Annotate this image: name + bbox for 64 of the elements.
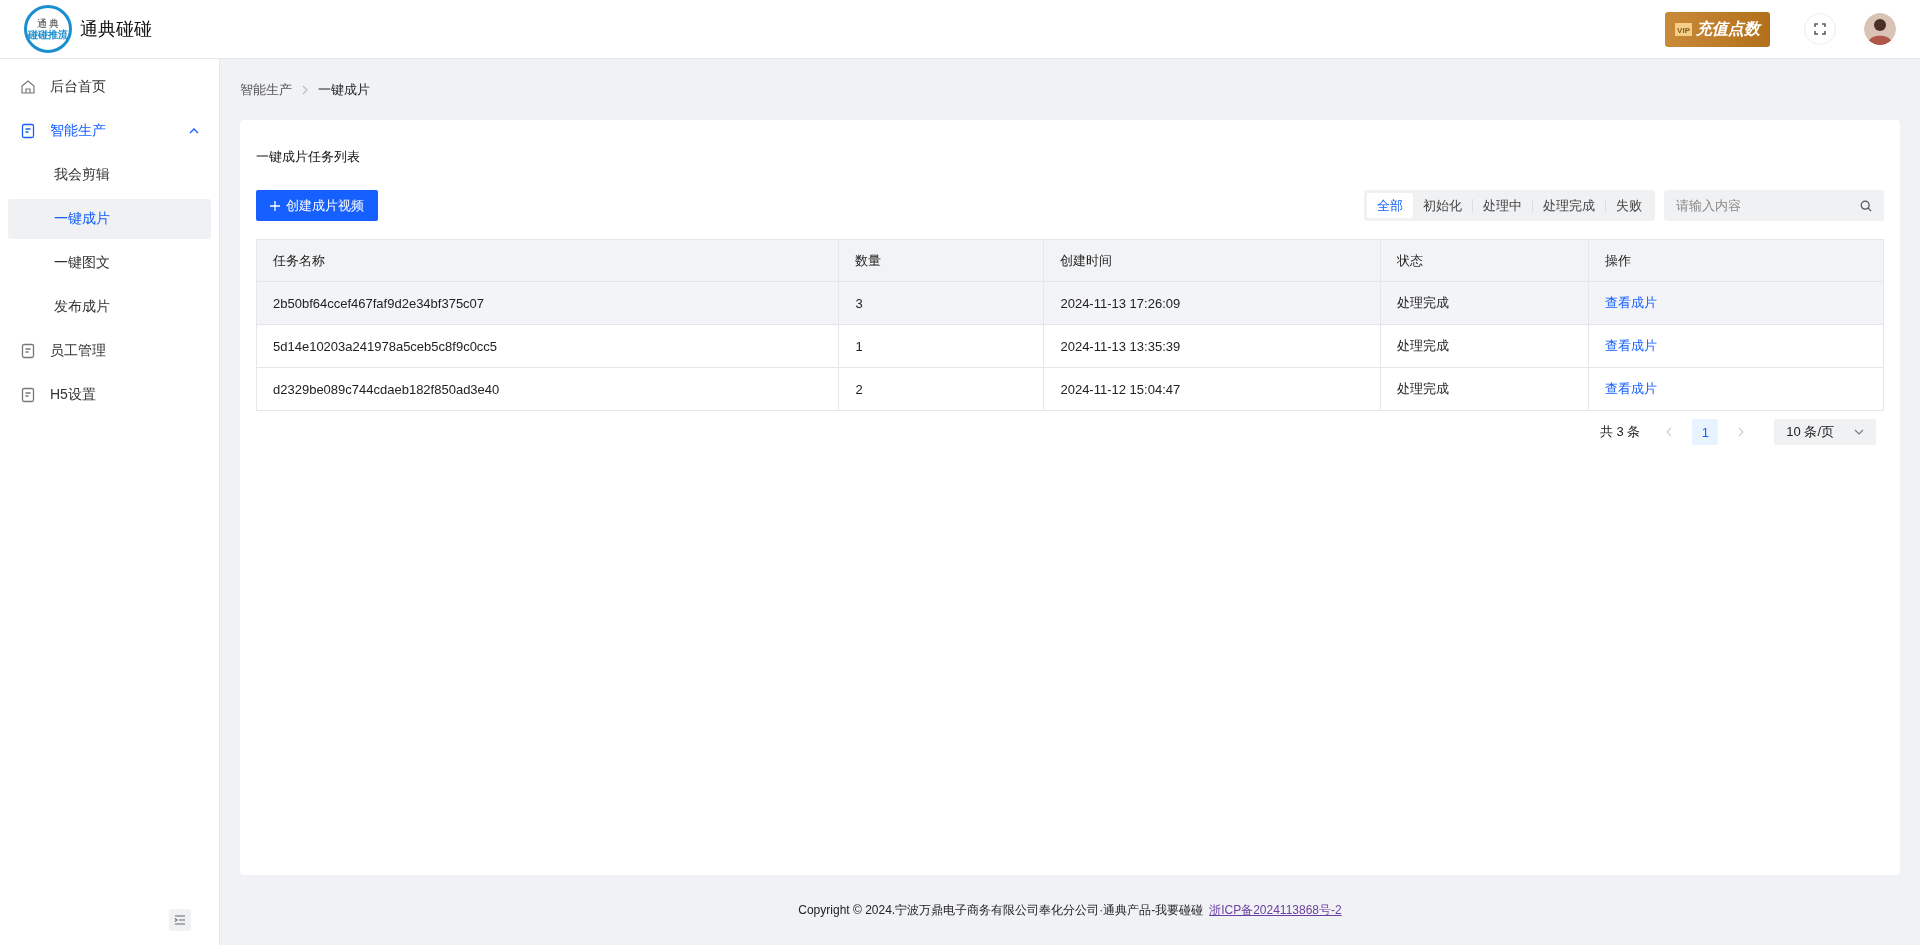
- app-title: 通典碰碰: [80, 18, 152, 41]
- document-icon: [20, 123, 36, 139]
- collapse-button[interactable]: [169, 909, 191, 931]
- chevron-icon: [302, 84, 308, 95]
- view-video-link[interactable]: 查看成片: [1605, 338, 1658, 353]
- table-cell: 3: [838, 281, 1044, 325]
- logo-text: 碰碰推流: [28, 29, 68, 40]
- sidebar-subitem[interactable]: 一键图文: [8, 243, 211, 283]
- fullscreen-icon: [1814, 23, 1826, 35]
- table-cell: 处理完成: [1380, 281, 1589, 325]
- filter-tab[interactable]: 初始化: [1413, 193, 1472, 218]
- recharge-button[interactable]: VIP 充值点数: [1665, 11, 1770, 47]
- view-video-link[interactable]: 查看成片: [1605, 381, 1658, 396]
- table-cell: 处理完成: [1380, 367, 1589, 411]
- chevron-right-icon: [1738, 426, 1745, 437]
- sidebar-item[interactable]: 智能生产: [8, 111, 211, 151]
- home-icon: [20, 79, 36, 95]
- plus-icon: [270, 200, 280, 211]
- filter-tab[interactable]: 处理中: [1473, 193, 1532, 218]
- column-header: 数量: [838, 239, 1044, 282]
- table-cell: 2: [838, 367, 1044, 411]
- column-header: 状态: [1380, 239, 1589, 282]
- page-button[interactable]: 1: [1692, 419, 1719, 445]
- search-field[interactable]: 请输入内容: [1664, 190, 1884, 221]
- icp-link[interactable]: 浙ICP备2024113868号-2: [1209, 901, 1342, 919]
- document-icon: [20, 343, 36, 359]
- table-cell: 5d14e10203a241978a5ceb5c8f9c0cc5: [256, 324, 839, 368]
- column-header: 创建时间: [1043, 239, 1381, 282]
- table-cell: d2329be089c744cdaeb182f850ad3e40: [256, 367, 839, 411]
- page-size-select[interactable]: 10 条/页: [1774, 419, 1876, 445]
- breadcrumb-current: 一键成片: [318, 80, 370, 99]
- create-video-button[interactable]: 创建成片视频: [256, 190, 378, 221]
- logo-text: 通 典: [36, 18, 60, 29]
- column-header: 操作: [1589, 239, 1884, 282]
- menu-fold-icon: [174, 915, 186, 925]
- column-header: 任务名称: [256, 239, 839, 282]
- chevron-down-icon: [1854, 429, 1864, 435]
- sidebar-subitem[interactable]: 一键成片: [8, 199, 211, 239]
- filter-tab[interactable]: 处理完成: [1533, 193, 1605, 218]
- sidebar-subitem[interactable]: 发布成片: [8, 287, 211, 327]
- table-cell: 2024-11-13 17:26:09: [1043, 281, 1381, 325]
- sidebar-item[interactable]: 员工管理: [8, 331, 211, 371]
- avatar-icon[interactable]: [1864, 13, 1896, 45]
- sidebar-subitem[interactable]: 我会剪辑: [8, 155, 211, 195]
- search-icon: [1860, 199, 1872, 212]
- breadcrumb-link[interactable]: 智能生产: [240, 80, 292, 99]
- filter-tab[interactable]: 全部: [1367, 193, 1413, 218]
- chevron-left-icon: [1666, 426, 1673, 437]
- fullscreen-button[interactable]: [1804, 13, 1836, 45]
- copyright-text: Copyright © 2024.宁波万鼎电子商务有限公司奉化分公司·通典产品-我要碰碰: [798, 901, 1204, 919]
- table-cell: 2024-11-12 15:04:47: [1043, 367, 1381, 411]
- filter-tab[interactable]: 失败: [1606, 193, 1652, 218]
- table-cell: 1: [838, 324, 1044, 368]
- sidebar-item[interactable]: 后台首页: [8, 67, 211, 107]
- chevron-icon: [189, 128, 199, 134]
- table-cell: 2b50bf64ccef467faf9d2e34bf375c07: [256, 281, 839, 325]
- vip-badge: VIP: [1675, 22, 1692, 36]
- card-title: 一键成片任务列表: [256, 148, 361, 166]
- table-cell: 处理完成: [1380, 324, 1589, 368]
- view-video-link[interactable]: 查看成片: [1605, 295, 1658, 310]
- sidebar-item[interactable]: H5设置: [8, 375, 211, 415]
- table-cell: 2024-11-13 13:35:39: [1043, 324, 1381, 368]
- total-count: 共 3 条: [1599, 423, 1641, 441]
- document-icon: [20, 387, 36, 403]
